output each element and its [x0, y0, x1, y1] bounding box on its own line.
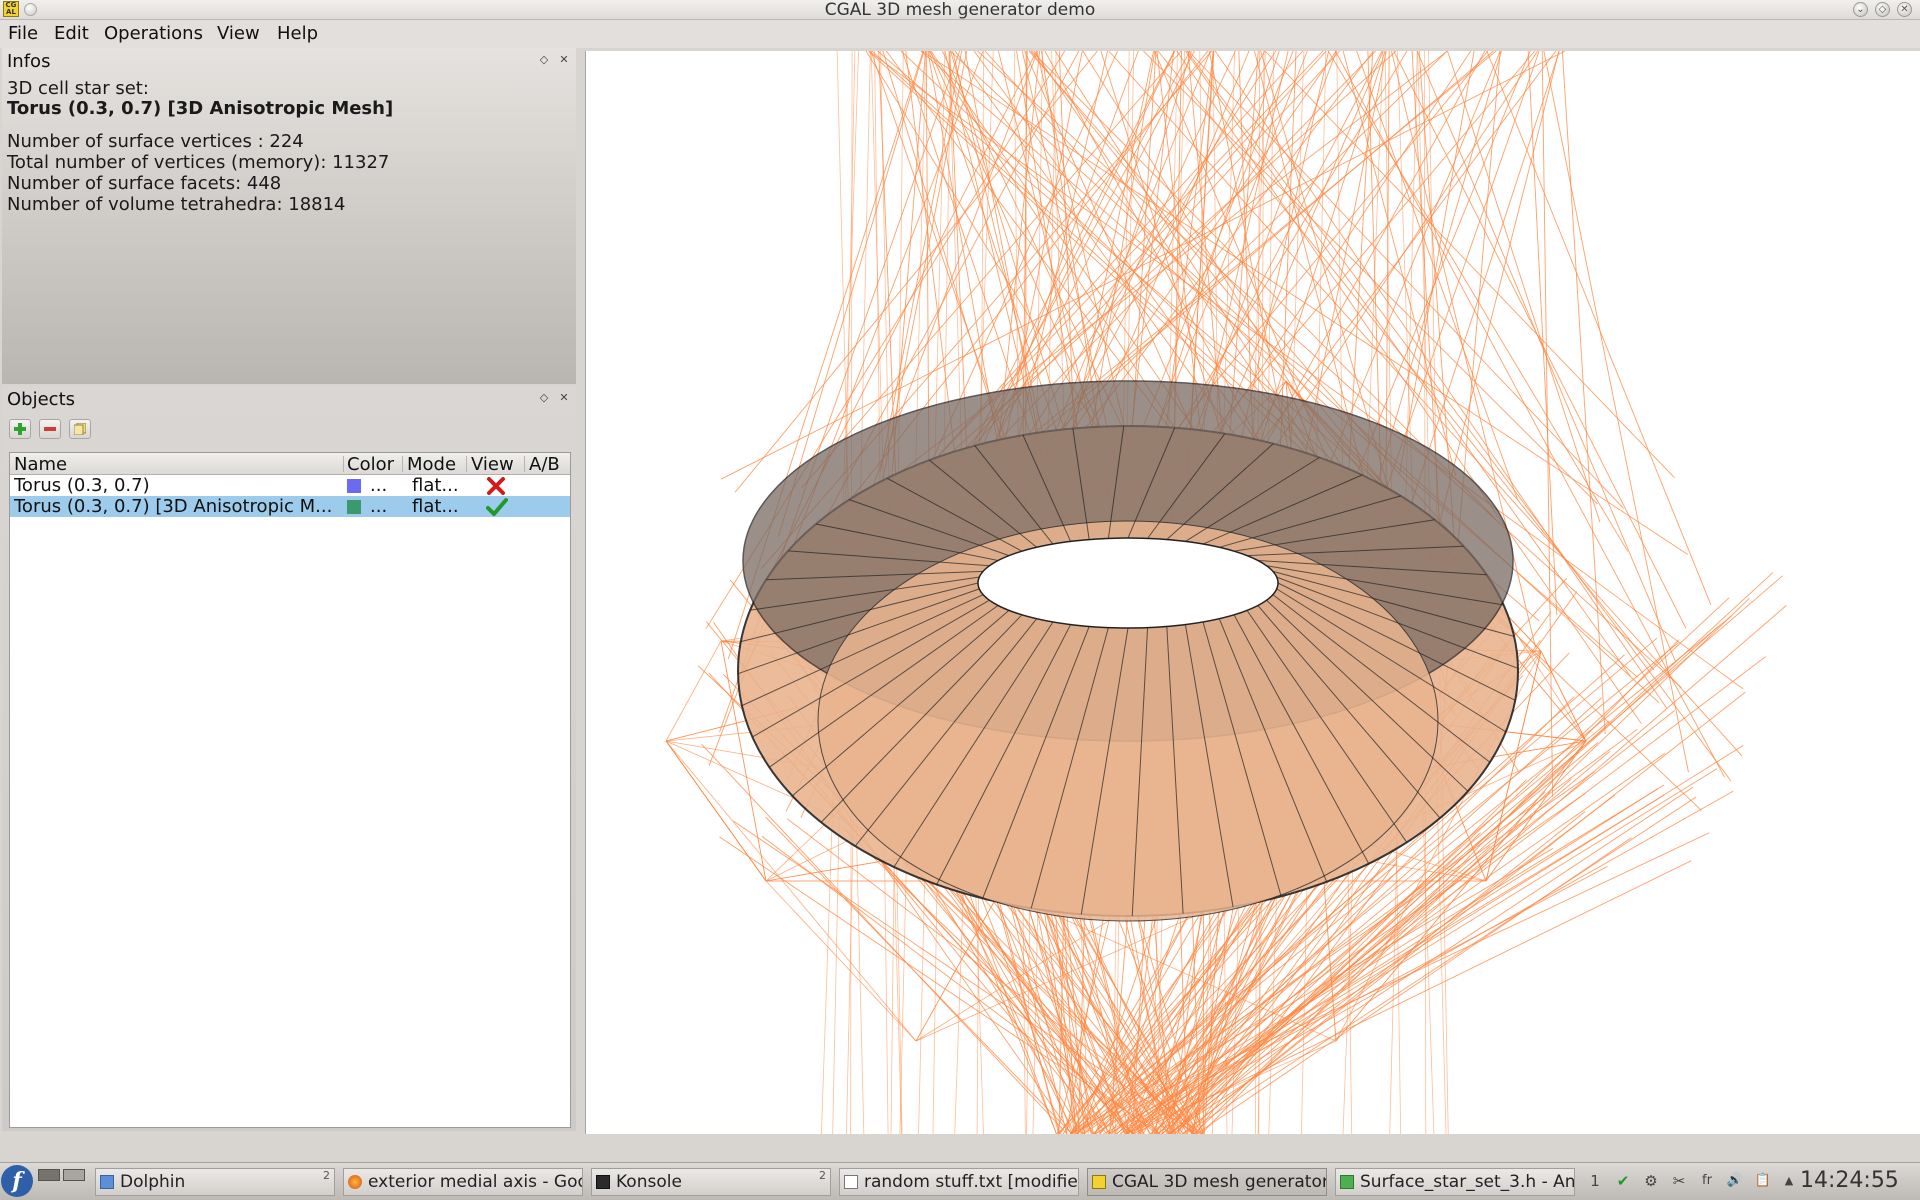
close-window-button[interactable]: ✕	[1897, 2, 1912, 17]
info-stat-surface-facets: Number of surface facets: 448	[7, 173, 282, 194]
object-color-label[interactable]: ...	[370, 475, 387, 496]
objects-table[interactable]: Name Color Mode View A/B Torus (0.3, 0.7…	[9, 452, 571, 1128]
add-icon	[14, 423, 26, 435]
object-color-swatch[interactable]	[347, 500, 361, 514]
column-ab[interactable]: A/B	[529, 454, 560, 475]
clipboard-cut-icon[interactable]: ✂	[1670, 1172, 1688, 1190]
column-divider[interactable]	[402, 456, 403, 472]
column-color[interactable]: Color	[347, 454, 394, 475]
updates-ok-icon[interactable]: ✔	[1614, 1172, 1632, 1190]
close-dock-icon[interactable]: ✕	[557, 53, 571, 67]
column-divider[interactable]	[524, 456, 525, 472]
task-code-editor[interactable]: Surface_star_set_3.h - Ani	[1335, 1168, 1575, 1196]
task-count: 2	[819, 1169, 826, 1182]
keyboard-layout-icon[interactable]: 1	[1586, 1172, 1604, 1190]
task-label: random stuff.txt [modified]	[864, 1172, 1079, 1192]
task-konsole[interactable]: Konsole 2	[591, 1168, 831, 1196]
desktop-2-icon[interactable]	[63, 1169, 85, 1181]
3d-viewer[interactable]	[585, 51, 1920, 1134]
objects-table-header: Name Color Mode View A/B	[10, 453, 570, 475]
table-row[interactable]: Torus (0.3, 0.7) [3D Anisotropic M... ..…	[10, 496, 570, 517]
float-dock-icon[interactable]: ◇	[537, 391, 551, 405]
task-dolphin[interactable]: Dolphin 2	[95, 1168, 335, 1196]
task-label: Surface_star_set_3.h - Ani	[1360, 1172, 1575, 1192]
column-divider[interactable]	[343, 456, 344, 472]
menu-help[interactable]: Help	[277, 23, 318, 45]
hidden-cross-icon[interactable]	[486, 477, 506, 495]
task-label: CGAL 3D mesh generator	[1112, 1172, 1327, 1192]
infos-title: Infos	[7, 51, 51, 72]
float-dock-icon[interactable]: ◇	[537, 53, 551, 67]
task-text-editor[interactable]: random stuff.txt [modified]	[839, 1168, 1079, 1196]
terminal-icon	[596, 1175, 610, 1189]
duplicate-object-button[interactable]	[69, 419, 91, 439]
text-editor-icon	[844, 1175, 858, 1189]
infos-dock: Infos ◇ ✕ 3D cell star set: Torus (0.3, …	[2, 48, 576, 384]
remove-object-button[interactable]	[39, 419, 61, 439]
show-hidden-icons-icon[interactable]: ▲	[1780, 1172, 1798, 1190]
info-item-type: 3D cell star set:	[7, 78, 149, 99]
firefox-icon	[348, 1175, 362, 1189]
menu-file[interactable]: File	[8, 23, 38, 45]
code-editor-icon	[1340, 1175, 1354, 1189]
window-titlebar[interactable]: CG AL CGAL 3D mesh generator demo ⌄ ◇ ✕	[0, 0, 1920, 20]
clock[interactable]: 14:24:55	[1800, 1166, 1899, 1196]
column-name[interactable]: Name	[14, 454, 67, 475]
column-view[interactable]: View	[471, 454, 514, 475]
menubar: File Edit Operations View Help	[0, 20, 1920, 48]
language-indicator[interactable]: fr	[1698, 1172, 1716, 1190]
settings-icon[interactable]: ⚙	[1642, 1172, 1660, 1190]
volume-icon[interactable]: 🔊	[1726, 1172, 1744, 1190]
info-item-name: Torus (0.3, 0.7) [3D Anisotropic Mesh]	[7, 98, 394, 119]
task-label: exterior medial axis - Goog	[368, 1172, 583, 1192]
object-name[interactable]: Torus (0.3, 0.7)	[14, 475, 339, 496]
object-color-swatch[interactable]	[347, 479, 361, 493]
remove-icon	[44, 427, 56, 431]
add-object-button[interactable]	[9, 419, 31, 439]
maximize-button[interactable]: ◇	[1875, 2, 1890, 17]
duplicate-icon	[74, 423, 86, 435]
torus-surface	[737, 380, 1519, 922]
object-color-label[interactable]: ...	[370, 496, 387, 517]
window-title: CGAL 3D mesh generator demo	[824, 0, 1096, 20]
visible-check-icon[interactable]	[486, 498, 508, 516]
application-launcher-icon[interactable]: f	[1, 1165, 33, 1197]
object-mode[interactable]: flat...	[412, 496, 459, 517]
task-firefox[interactable]: exterior medial axis - Goog	[343, 1168, 583, 1196]
close-dock-icon[interactable]: ✕	[557, 391, 571, 405]
mesh-render	[665, 51, 1787, 1134]
objects-dock: Objects ◇ ✕ Name Color Mode View A/B Tor…	[2, 386, 576, 1131]
task-count: 2	[323, 1169, 330, 1182]
info-stat-total-vertices: Total number of vertices (memory): 11327	[7, 152, 390, 173]
info-stat-surface-vertices: Number of surface vertices : 224	[7, 131, 304, 152]
task-label: Konsole	[616, 1172, 682, 1192]
cgal-icon	[1092, 1175, 1106, 1189]
info-stat-tetrahedra: Number of volume tetrahedra: 18814	[7, 194, 346, 215]
minimize-button[interactable]: ⌄	[1853, 2, 1868, 17]
taskbar: f Dolphin 2 exterior medial axis - Goog …	[0, 1162, 1920, 1200]
task-cgal-demo[interactable]: CGAL 3D mesh generator	[1087, 1168, 1327, 1196]
clipboard-icon[interactable]: 📋	[1754, 1172, 1772, 1190]
object-mode[interactable]: flat...	[412, 475, 459, 496]
objects-title: Objects	[7, 389, 76, 410]
table-row[interactable]: Torus (0.3, 0.7) ... flat...	[10, 475, 570, 496]
menu-edit[interactable]: Edit	[54, 23, 89, 45]
menu-view[interactable]: View	[217, 23, 260, 45]
column-mode[interactable]: Mode	[407, 454, 456, 475]
column-divider[interactable]	[466, 456, 467, 472]
object-name[interactable]: Torus (0.3, 0.7) [3D Anisotropic M...	[14, 496, 339, 517]
menu-operations[interactable]: Operations	[104, 23, 203, 45]
desktop-1-icon[interactable]	[38, 1169, 60, 1181]
folder-icon	[100, 1175, 114, 1189]
task-label: Dolphin	[120, 1172, 186, 1192]
